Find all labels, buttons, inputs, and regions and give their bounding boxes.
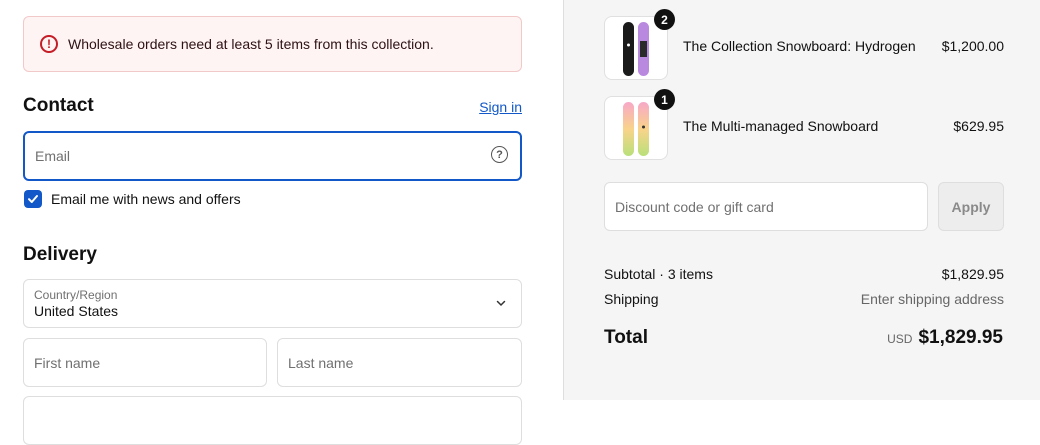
delivery-title: Delivery <box>23 244 97 265</box>
apply-discount-button[interactable]: Apply <box>938 182 1004 231</box>
newsletter-checkbox[interactable] <box>24 190 42 208</box>
subtotal-label: Subtotal · 3 items <box>604 266 713 282</box>
discount-code-input[interactable]: Discount code or gift card <box>604 182 928 231</box>
quantity-badge: 1 <box>654 89 675 110</box>
quantity-badge: 2 <box>654 9 675 30</box>
contact-title: Contact <box>23 95 94 116</box>
first-name-placeholder: First name <box>34 355 101 371</box>
product-name: The Multi-managed Snowboard <box>683 118 879 134</box>
first-name-field[interactable]: First name <box>23 338 267 387</box>
shipping-value: Enter shipping address <box>860 291 1004 307</box>
total-amount: USD $1,829.95 <box>887 327 1003 349</box>
last-name-field[interactable]: Last name <box>277 338 522 387</box>
order-summary-column: 2 The Collection Snowboard: Hydrogen $1,… <box>563 0 1040 400</box>
subtotal-value: $1,829.95 <box>941 266 1004 282</box>
shipping-label: Shipping <box>604 291 659 307</box>
product-thumbnail: 1 <box>604 89 675 160</box>
sign-in-link[interactable]: Sign in <box>479 99 522 115</box>
help-icon[interactable]: ? <box>491 146 508 163</box>
subtotal-row: Subtotal · 3 items $1,829.95 <box>604 266 1004 282</box>
product-name: The Collection Snowboard: Hydrogen <box>683 38 916 54</box>
address-field[interactable] <box>23 396 522 445</box>
country-label: Country/Region <box>34 288 118 302</box>
product-price: $629.95 <box>953 118 1004 134</box>
email-placeholder: Email <box>35 148 71 164</box>
cart-item: 2 The Collection Snowboard: Hydrogen $1,… <box>604 9 1004 80</box>
cart-item: 1 The Multi-managed Snowboard $629.95 <box>604 89 1004 160</box>
chevron-down-icon <box>496 300 506 307</box>
total-value: $1,829.95 <box>918 327 1003 348</box>
shipping-row: Shipping Enter shipping address <box>604 291 1004 307</box>
email-field[interactable]: Email ? <box>23 131 522 181</box>
checkout-form-column: ! Wholesale orders need at least 5 items… <box>0 0 563 445</box>
discount-placeholder: Discount code or gift card <box>615 199 774 215</box>
country-select[interactable]: Country/Region United States <box>23 279 522 328</box>
country-value: United States <box>34 303 119 319</box>
product-thumbnail: 2 <box>604 9 675 80</box>
wholesale-alert: ! Wholesale orders need at least 5 items… <box>23 16 522 72</box>
alert-message: Wholesale orders need at least 5 items f… <box>68 36 434 52</box>
newsletter-option[interactable]: Email me with news and offers <box>24 190 241 208</box>
total-label: Total <box>604 327 648 348</box>
newsletter-label: Email me with news and offers <box>51 191 241 207</box>
error-icon: ! <box>40 35 58 53</box>
checkmark-icon <box>28 195 38 203</box>
last-name-placeholder: Last name <box>288 355 354 371</box>
product-price: $1,200.00 <box>941 38 1004 54</box>
currency-code: USD <box>887 332 913 346</box>
